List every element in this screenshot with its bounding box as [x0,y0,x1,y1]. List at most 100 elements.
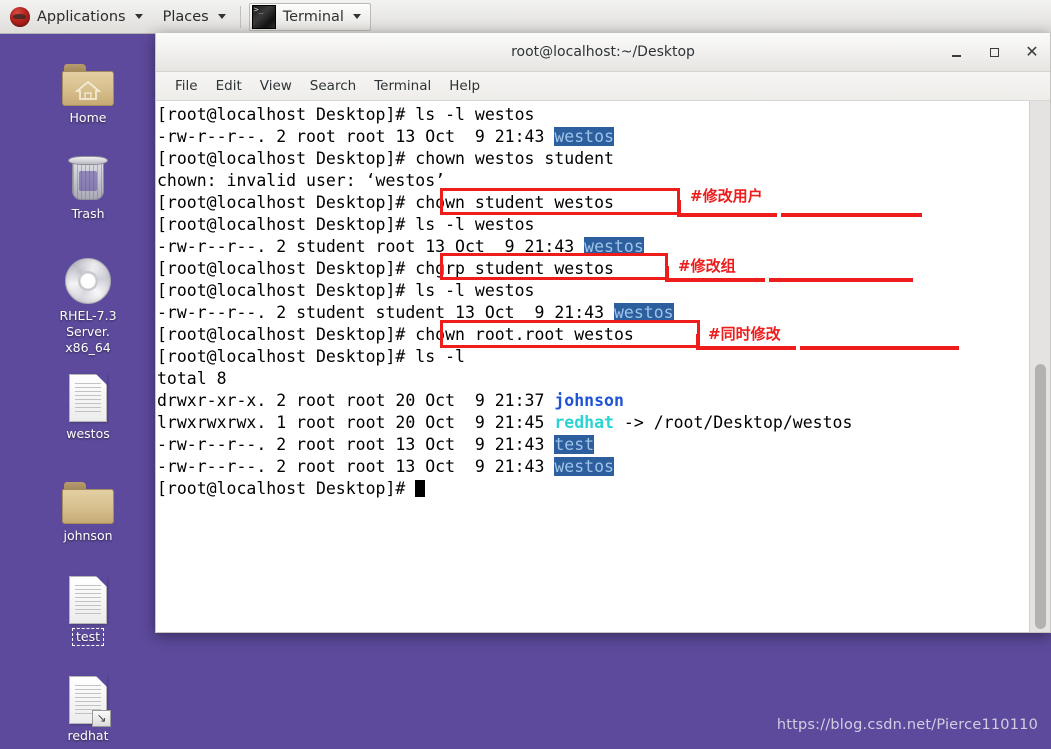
top-panel: Applications Places Terminal [0,0,1051,34]
folder-icon [62,468,114,524]
desktop-icon-trash[interactable]: Trash [36,146,140,222]
terminal-text-segment: [root@localhost Desktop]# ls -l westos [157,105,535,124]
terminal-text-segment: -rw-r--r--. 2 student student 13 Oct 9 2… [157,303,614,322]
terminal-line: [root@localhost Desktop]# chown student … [157,192,1028,214]
places-menu[interactable]: Places [153,0,236,33]
terminal-line: -rw-r--r--. 2 root root 13 Oct 9 21:43 w… [157,456,1028,478]
desktop-icon-test[interactable]: test [36,568,140,646]
terminal-text-segment: -rw-r--r--. 2 root root 13 Oct 9 21:43 [157,435,555,454]
places-menu-label: Places [162,8,209,25]
terminal-text-segment: [root@localhost Desktop]# chgrp student … [157,259,614,278]
terminal-text-segment: -> /root/Desktop/westos [613,413,853,432]
cd-disc-icon [65,248,111,304]
desktop-icon-label: Trash [71,206,105,221]
terminal-text-segment: [root@localhost Desktop]# ls -l westos [157,281,535,300]
terminal-highlighted-filename: westos [613,303,674,322]
terminal-text-segment: lrwxrwxrwx. 1 root root 20 Oct 9 21:45 [157,413,555,432]
terminal-line: [root@localhost Desktop]# ls -l westos [157,104,1028,126]
terminal-line: lrwxrwxrwx. 1 root root 20 Oct 9 21:45 r… [157,412,1028,434]
menu-bar: File Edit View Search Terminal Help [156,72,1050,101]
chevron-down-icon [217,14,226,19]
terminal-window: root@localhost:~/Desktop ✕ File Edit Vie… [155,33,1051,633]
terminal-line: [root@localhost Desktop]# [157,478,1028,500]
annotation-label-chown-user: #修改用户 [690,187,763,205]
desktop-icon-westos[interactable]: westos [36,366,140,442]
taskbar-item-terminal-label: Terminal [282,8,344,25]
terminal-text: [root@localhost Desktop]# ls -l westos -r… [157,104,1028,500]
terminal-scrollbar[interactable] [1029,101,1050,632]
folder-home-icon [62,50,114,106]
chevron-down-icon [134,14,143,19]
terminal-text-segment: [root@localhost Desktop]# ls -l [157,347,465,366]
terminal-line: [root@localhost Desktop]# ls -l westos [157,214,1028,236]
symlink-badge-icon: ↘ [92,710,111,727]
desktop-icon-label: RHEL-7.3 Server. x86_64 [59,308,117,355]
terminal-text-segment: [root@localhost Desktop]# chown student … [157,193,614,212]
menu-item-edit[interactable]: Edit [207,76,251,96]
terminal-line: -rw-r--r--. 2 student student 13 Oct 9 2… [157,302,1028,324]
applications-menu[interactable]: Applications [0,0,153,33]
trash-icon [68,146,108,202]
terminal-line: chown: invalid user: ‘westos’ [157,170,1028,192]
terminal-line: drwxr-xr-x. 2 root root 20 Oct 9 21:37 j… [157,390,1028,412]
desktop-icon-johnson[interactable]: johnson [36,468,140,544]
close-button[interactable]: ✕ [1024,44,1040,60]
terminal-text-segment: [root@localhost Desktop]# chown root.roo… [157,325,634,344]
terminal-line: -rw-r--r--. 2 root root 13 Oct 9 21:43 t… [157,434,1028,456]
terminal-symlink-name: redhat [554,413,614,432]
terminal-line: [root@localhost Desktop]# chown westos s… [157,148,1028,170]
menu-item-file[interactable]: File [166,76,207,96]
terminal-cursor [415,480,426,497]
menu-item-view[interactable]: View [251,76,301,96]
terminal-icon [251,4,276,29]
terminal-line: [root@localhost Desktop]# chgrp student … [157,258,1028,280]
menu-item-help[interactable]: Help [440,76,489,96]
annotation-underline-chown-user [677,213,922,217]
taskbar-item-terminal[interactable]: Terminal [248,2,371,31]
window-title-bar[interactable]: root@localhost:~/Desktop ✕ [156,33,1050,72]
watermark-text: https://blog.csdn.net/Pierce110110 [776,717,1038,733]
annotation-label-chgrp-group: #修改组 [678,257,736,275]
desktop-root: Applications Places Terminal Home [0,0,1051,749]
scrollbar-thumb[interactable] [1035,364,1046,629]
menu-item-search[interactable]: Search [301,76,365,96]
chevron-down-icon [352,14,361,19]
terminal-text-segment: drwxr-xr-x. 2 root root 20 Oct 9 21:37 [157,391,555,410]
menu-item-terminal[interactable]: Terminal [365,76,440,96]
terminal-highlighted-filename: westos [584,237,644,256]
terminal-line: [root@localhost Desktop]# chown root.roo… [157,324,1028,346]
terminal-output-area[interactable]: [root@localhost Desktop]# ls -l westos -r… [156,101,1050,632]
minimize-button[interactable] [948,44,964,60]
document-icon [69,366,107,422]
annotation-underline-chown-both [696,346,959,350]
annotation-underline-chgrp-group [665,278,913,282]
terminal-text-segment: -rw-r--r--. 2 student root 13 Oct 9 21:4… [157,237,585,256]
desktop-icon-label: johnson [63,528,113,543]
terminal-highlighted-filename: westos [554,127,614,146]
terminal-text-segment: [root@localhost Desktop]# chown westos s… [157,149,614,168]
window-title: root@localhost:~/Desktop [511,44,695,60]
terminal-highlighted-filename: westos [554,457,614,476]
window-controls: ✕ [948,33,1040,71]
terminal-line: [root@localhost Desktop]# ls -l westos [157,280,1028,302]
maximize-button[interactable] [986,44,1002,60]
home-glyph-icon [75,80,101,100]
desktop-icon-label: redhat [67,728,109,743]
desktop-icon-home[interactable]: Home [36,50,140,126]
terminal-text-segment: -rw-r--r--. 2 root root 13 Oct 9 21:43 [157,127,555,146]
desktop-icon-label: westos [66,426,110,441]
panel-divider [239,5,241,28]
terminal-line: -rw-r--r--. 2 student root 13 Oct 9 21:4… [157,236,1028,258]
terminal-directory-name: johnson [554,391,624,410]
desktop-icon-redhat[interactable]: ↘ redhat [36,668,140,744]
desktop-icon-rhel-iso[interactable]: RHEL-7.3 Server. x86_64 [36,248,140,356]
annotation-label-chown-both: #同时修改 [708,325,781,343]
red-hat-logo-icon [10,6,30,27]
document-icon [69,568,107,624]
terminal-text-segment: [root@localhost Desktop]# ls -l westos [157,215,535,234]
terminal-text-segment: total 8 [157,369,227,388]
terminal-line: total 8 [157,368,1028,390]
document-link-icon: ↘ [69,668,111,727]
terminal-text-segment: [root@localhost Desktop]# [157,479,416,498]
terminal-line: -rw-r--r--. 2 root root 13 Oct 9 21:43 w… [157,126,1028,148]
